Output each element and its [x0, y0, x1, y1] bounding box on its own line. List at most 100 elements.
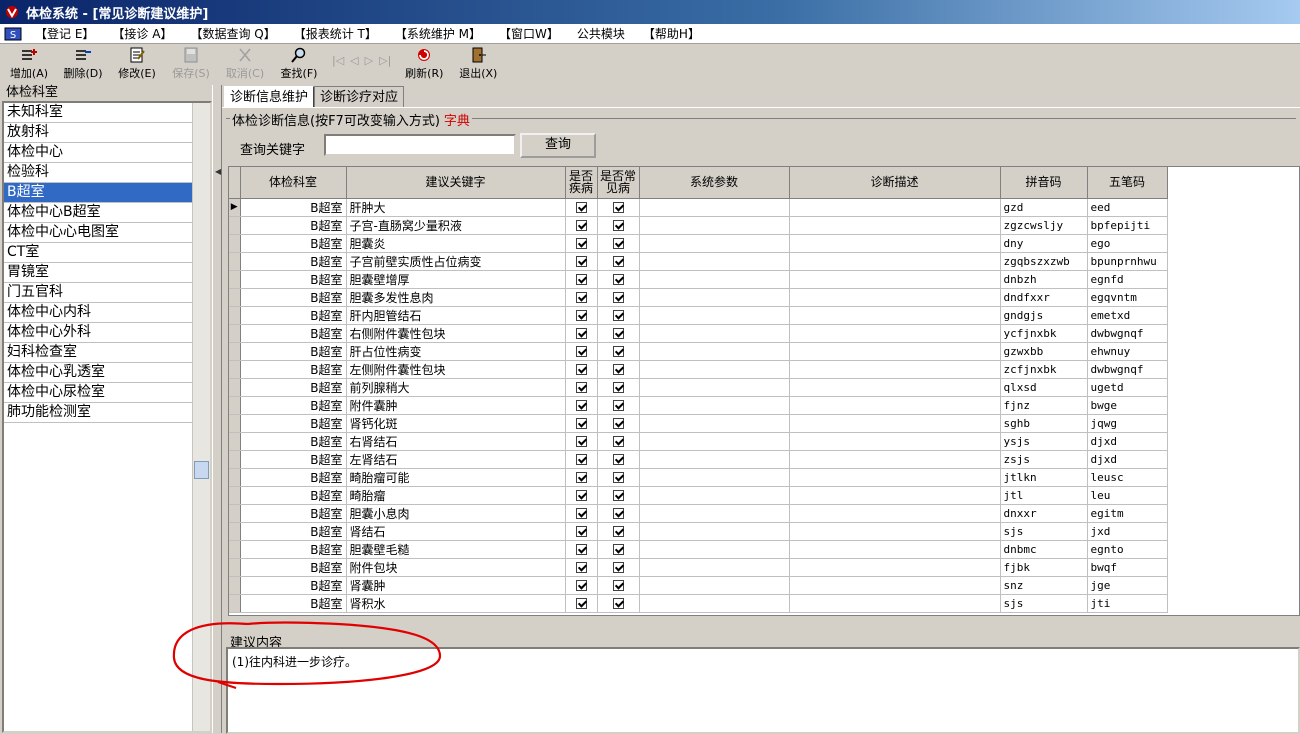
- is-disease-checkbox[interactable]: [565, 396, 598, 415]
- keyword-cell[interactable]: 附件囊肿: [346, 396, 566, 415]
- is-disease-checkbox[interactable]: [565, 540, 598, 559]
- pinyin-code-cell[interactable]: jtlkn: [1000, 468, 1088, 487]
- department-item[interactable]: 体检中心B超室: [4, 203, 192, 223]
- row-indicator[interactable]: [229, 594, 241, 613]
- checkbox-checked-icon[interactable]: [612, 238, 624, 249]
- row-indicator[interactable]: [229, 360, 241, 379]
- is-common-checkbox[interactable]: [597, 414, 640, 433]
- description-cell[interactable]: [789, 378, 1001, 397]
- column-header[interactable]: 拼音码: [1000, 167, 1088, 199]
- checkbox-checked-icon[interactable]: [575, 346, 587, 357]
- next-record-icon[interactable]: ▷: [365, 54, 373, 67]
- is-disease-checkbox[interactable]: [565, 216, 598, 235]
- row-indicator[interactable]: [229, 396, 241, 415]
- row-indicator[interactable]: [229, 216, 241, 235]
- table-row[interactable]: B超室 附件包块 fjbk bwqf: [229, 558, 1168, 577]
- department-cell[interactable]: B超室: [240, 486, 347, 505]
- description-cell[interactable]: [789, 558, 1001, 577]
- checkbox-checked-icon[interactable]: [575, 310, 587, 321]
- menu-system-maintenance[interactable]: 【系统维护 M】: [386, 25, 490, 42]
- row-indicator[interactable]: [229, 486, 241, 505]
- system-param-cell[interactable]: [639, 540, 790, 559]
- is-disease-checkbox[interactable]: [565, 342, 598, 361]
- wubi-code-cell[interactable]: bpunprnhwu: [1087, 252, 1168, 271]
- table-row[interactable]: B超室 右侧附件囊性包块 ycfjnxbk dwbwgnqf: [229, 324, 1168, 343]
- table-row[interactable]: B超室 右肾结石 ysjs djxd: [229, 432, 1168, 451]
- delete-button[interactable]: 删除(D): [56, 45, 110, 83]
- column-header[interactable]: 五笔码: [1087, 167, 1168, 199]
- department-cell[interactable]: B超室: [240, 450, 347, 469]
- description-cell[interactable]: [789, 288, 1001, 307]
- is-disease-checkbox[interactable]: [565, 486, 598, 505]
- menu-report-stats[interactable]: 【报表统计 T】: [285, 25, 386, 42]
- row-indicator[interactable]: [229, 576, 241, 595]
- keyword-cell[interactable]: 肝肿大: [346, 198, 566, 217]
- pinyin-code-cell[interactable]: zcfjnxbk: [1000, 360, 1088, 379]
- checkbox-checked-icon[interactable]: [575, 490, 587, 501]
- checkbox-checked-icon[interactable]: [612, 598, 624, 609]
- is-disease-checkbox[interactable]: [565, 594, 598, 613]
- checkbox-checked-icon[interactable]: [575, 436, 587, 447]
- is-common-checkbox[interactable]: [597, 288, 640, 307]
- is-disease-checkbox[interactable]: [565, 198, 598, 217]
- pinyin-code-cell[interactable]: fjbk: [1000, 558, 1088, 577]
- checkbox-checked-icon[interactable]: [612, 220, 624, 231]
- department-item[interactable]: 检验科: [4, 163, 192, 183]
- system-param-cell[interactable]: [639, 198, 790, 217]
- wubi-code-cell[interactable]: jqwg: [1087, 414, 1168, 433]
- is-disease-checkbox[interactable]: [565, 504, 598, 523]
- description-cell[interactable]: [789, 432, 1001, 451]
- checkbox-checked-icon[interactable]: [575, 202, 587, 213]
- pinyin-code-cell[interactable]: gzwxbb: [1000, 342, 1088, 361]
- keyword-cell[interactable]: 右肾结石: [346, 432, 566, 451]
- table-row[interactable]: B超室 胆囊小息肉 dnxxr egitm: [229, 504, 1168, 523]
- system-param-cell[interactable]: [639, 270, 790, 289]
- last-record-icon[interactable]: ▷|: [379, 54, 391, 67]
- checkbox-checked-icon[interactable]: [612, 292, 624, 303]
- system-param-cell[interactable]: [639, 324, 790, 343]
- is-disease-checkbox[interactable]: [565, 270, 598, 289]
- table-row[interactable]: B超室 肾积水 sjs jti: [229, 594, 1168, 613]
- wubi-code-cell[interactable]: bwge: [1087, 396, 1168, 415]
- system-param-cell[interactable]: [639, 576, 790, 595]
- checkbox-checked-icon[interactable]: [575, 562, 587, 573]
- system-param-cell[interactable]: [639, 306, 790, 325]
- keyword-cell[interactable]: 肝内胆管结石: [346, 306, 566, 325]
- column-header[interactable]: 是否疾病: [565, 167, 598, 199]
- row-indicator[interactable]: [229, 342, 241, 361]
- keyword-cell[interactable]: 子宫前壁实质性占位病变: [346, 252, 566, 271]
- checkbox-checked-icon[interactable]: [575, 328, 587, 339]
- wubi-code-cell[interactable]: djxd: [1087, 450, 1168, 469]
- wubi-code-cell[interactable]: bpfepijti: [1087, 216, 1168, 235]
- department-item[interactable]: 体检中心内科: [4, 303, 192, 323]
- checkbox-checked-icon[interactable]: [612, 580, 624, 591]
- department-cell[interactable]: B超室: [240, 378, 347, 397]
- checkbox-checked-icon[interactable]: [575, 220, 587, 231]
- checkbox-checked-icon[interactable]: [575, 544, 587, 555]
- pinyin-code-cell[interactable]: fjnz: [1000, 396, 1088, 415]
- is-common-checkbox[interactable]: [597, 486, 640, 505]
- system-param-cell[interactable]: [639, 432, 790, 451]
- wubi-code-cell[interactable]: ego: [1087, 234, 1168, 253]
- department-cell[interactable]: B超室: [240, 324, 347, 343]
- row-indicator[interactable]: [229, 450, 241, 469]
- is-common-checkbox[interactable]: [597, 504, 640, 523]
- department-item[interactable]: 门五官科: [4, 283, 192, 303]
- system-param-cell[interactable]: [639, 414, 790, 433]
- query-button[interactable]: 查询: [520, 133, 596, 158]
- refresh-button[interactable]: 刷新(R): [397, 45, 451, 83]
- wubi-code-cell[interactable]: egnto: [1087, 540, 1168, 559]
- checkbox-checked-icon[interactable]: [575, 400, 587, 411]
- is-disease-checkbox[interactable]: [565, 432, 598, 451]
- table-row[interactable]: B超室 胆囊多发性息肉 dndfxxr egqvntm: [229, 288, 1168, 307]
- pinyin-code-cell[interactable]: sjs: [1000, 594, 1088, 613]
- keyword-cell[interactable]: 肾结石: [346, 522, 566, 541]
- wubi-code-cell[interactable]: leu: [1087, 486, 1168, 505]
- department-cell[interactable]: B超室: [240, 198, 347, 217]
- menu-register[interactable]: 【登记 E】: [26, 25, 103, 42]
- table-row[interactable]: B超室 畸胎瘤可能 jtlkn leusc: [229, 468, 1168, 487]
- wubi-code-cell[interactable]: bwqf: [1087, 558, 1168, 577]
- row-indicator[interactable]: [229, 540, 241, 559]
- table-row[interactable]: B超室 胆囊壁增厚 dnbzh egnfd: [229, 270, 1168, 289]
- table-row[interactable]: B超室 子宫-直肠窝少量积液 zgzcwsljy bpfepijti: [229, 216, 1168, 235]
